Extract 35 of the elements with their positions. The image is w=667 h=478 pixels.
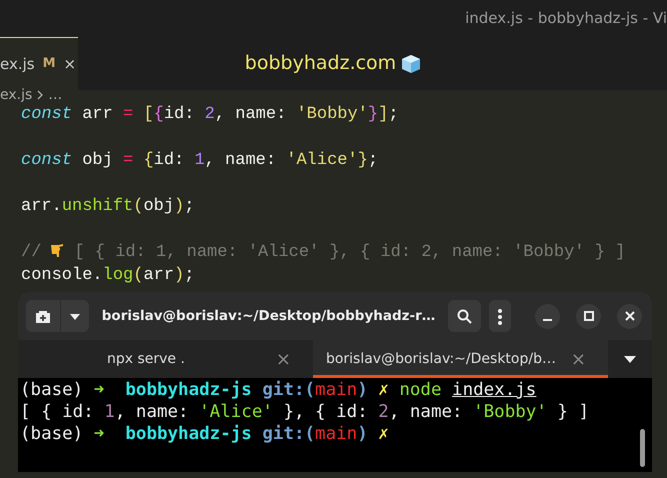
terminal-title: borislav@borislav:~/Desktop/bobbyhadz-r… [100, 306, 436, 326]
cube-icon [400, 52, 422, 74]
new-tab-button[interactable] [26, 300, 60, 332]
terminal-line: (base) ➜ bobbyhadz-js git:(main) ✗ node index.js [20, 379, 538, 401]
code-comment: // [21, 243, 42, 262]
new-tab-icon [35, 310, 51, 324]
caret-icon [70, 314, 80, 320]
terminal-line: [ { id: 1, name: 'Alice' }, { id: 2, name: 'Bobby' } ] [20, 401, 590, 423]
menu-icon [498, 308, 502, 325]
editor-tab[interactable]: ex.js M × [0, 37, 78, 90]
scrollbar-thumb[interactable] [640, 429, 645, 467]
minimize-icon [543, 319, 552, 321]
breadcrumb-item[interactable]: ex.js [0, 90, 32, 100]
close-icon [624, 311, 634, 321]
window-title: index.js - bobbyhadz-js - Vi [465, 8, 667, 30]
caret-icon [624, 356, 636, 364]
code-line: console.log(arr); [21, 266, 194, 285]
menu-button[interactable] [489, 300, 511, 332]
chevron-icon [36, 90, 44, 100]
search-icon [457, 309, 472, 324]
terminal-line: (base) ➜ bobbyhadz-js git:(main) ✗ [20, 423, 390, 445]
maximize-button[interactable] [576, 304, 601, 328]
search-button[interactable] [448, 300, 481, 332]
terminal-tab[interactable]: npx serve . × [18, 340, 313, 378]
code-comment: [ { id: 1, name: 'Alice' }, { id: 2, name: 'Bobby' } ] [74, 243, 626, 262]
maximize-icon [584, 311, 594, 321]
code-line: const arr = [{id: 2, name: 'Bobby'}]; [21, 105, 399, 124]
code-line: arr.unshift(obj); [21, 197, 194, 216]
code-line: const obj = {id: 1, name: 'Alice'}; [21, 151, 378, 170]
close-button[interactable] [617, 304, 642, 328]
terminal-tab[interactable]: borislav@borislav:~/Desktop/b… × [313, 340, 608, 378]
dropdown-button[interactable] [60, 300, 89, 332]
minimize-button[interactable] [535, 304, 560, 328]
site-name: bobbyhadz.com [244, 51, 396, 76]
breadcrumb-more[interactable]: … [48, 90, 62, 100]
